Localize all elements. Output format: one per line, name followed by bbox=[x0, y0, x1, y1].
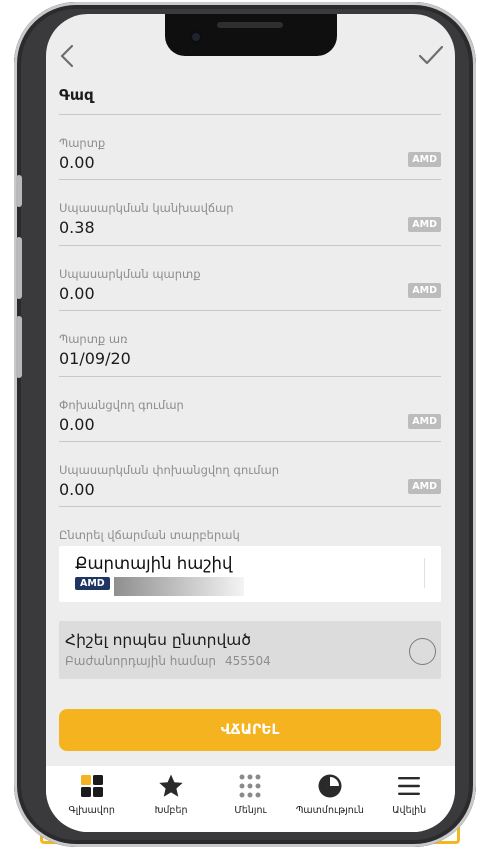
remember-title: Հիշել որպես ընտրված bbox=[65, 631, 252, 649]
payment-card-selector[interactable]: Քարտային հաշիվ AMD bbox=[59, 546, 441, 602]
star-icon bbox=[159, 774, 183, 797]
hamburger-icon bbox=[398, 777, 421, 795]
phone-screen: Գազ Պարտք 0.00 AMD Սպասարկման կանխավճար … bbox=[46, 14, 455, 832]
mute-switch bbox=[16, 175, 22, 207]
subscriber-label: Բաժանորդային համար bbox=[65, 654, 216, 668]
bottom-tab-bar: Գլխավոր Խմբեր Մենյու Պատմություն Ավելին bbox=[46, 766, 455, 832]
currency-badge: AMD bbox=[408, 217, 441, 233]
field-label: Պարտք bbox=[59, 136, 106, 150]
front-camera bbox=[189, 30, 203, 44]
home-grid-icon bbox=[80, 775, 103, 797]
history-pie-icon bbox=[318, 774, 342, 798]
subscriber-info: Բաժանորդային համար 455504 bbox=[65, 654, 271, 668]
volume-down-button bbox=[16, 316, 22, 378]
payment-method-label: Ընտրել վճարման տարբերակ bbox=[59, 528, 240, 542]
back-arrow-icon[interactable] bbox=[54, 40, 82, 72]
confirm-check-icon[interactable] bbox=[415, 40, 447, 72]
tab-home[interactable]: Գլխավոր bbox=[53, 766, 131, 832]
card-divider bbox=[424, 558, 425, 588]
service-transfer-amount-field[interactable]: Սպասարկման փոխանցվող գումար 0.00 AMD bbox=[59, 440, 441, 506]
tab-label: Պատմություն bbox=[295, 805, 364, 816]
field-value: 01/09/20 bbox=[59, 349, 131, 369]
currency-badge: AMD bbox=[408, 152, 441, 167]
currency-badge: AMD bbox=[408, 413, 441, 429]
debt-date-field: Պարտք առ 01/09/20 bbox=[59, 310, 441, 375]
card-currency-badge: AMD bbox=[75, 577, 110, 590]
tab-label: Գլխավոր bbox=[68, 805, 115, 816]
currency-badge: AMD bbox=[408, 282, 441, 298]
page-title: Գազ bbox=[59, 86, 94, 104]
service-prepayment-field: Սպասարկման կանխավճար 0.38 AMD bbox=[59, 179, 441, 244]
card-account-title: Քարտային հաշիվ bbox=[75, 554, 233, 573]
remember-radio[interactable] bbox=[409, 638, 436, 665]
menu-dots-icon bbox=[239, 774, 261, 798]
field-value: 0.00 bbox=[59, 153, 95, 172]
field-value: 0.00 bbox=[59, 283, 95, 303]
transfer-amount-field[interactable]: Փոխանցվող գումար 0.00 AMD bbox=[59, 375, 441, 441]
earpiece-speaker bbox=[217, 22, 283, 28]
field-value[interactable]: 0.00 bbox=[59, 480, 95, 499]
form-divider bbox=[59, 506, 441, 508]
field-value: 0.38 bbox=[59, 218, 95, 238]
field-label: Սպասարկման պարտք bbox=[59, 266, 201, 281]
field-label: Փոխանցվող գումար bbox=[59, 397, 184, 412]
tab-history[interactable]: Պատմություն bbox=[291, 766, 369, 832]
pay-button[interactable]: ՎՃԱՐԵԼ bbox=[59, 709, 441, 751]
masked-card-number bbox=[114, 577, 244, 596]
field-label: Սպասարկման փոխանցվող գումար bbox=[59, 462, 280, 477]
tab-label: Խմբեր bbox=[154, 805, 188, 816]
service-debt-field: Սպասարկման պարտք 0.00 AMD bbox=[59, 244, 441, 310]
payment-details-form: Պարտք 0.00 AMD Սպասարկման կանխավճար 0.38… bbox=[59, 114, 441, 508]
volume-up-button bbox=[16, 237, 22, 299]
tab-label: Մենյու bbox=[234, 805, 267, 816]
notch bbox=[165, 14, 337, 56]
tab-groups[interactable]: Խմբեր bbox=[132, 766, 210, 832]
tab-label: Ավելին bbox=[392, 805, 427, 816]
remember-as-selected[interactable]: Հիշել որպես ընտրված Բաժանորդային համար 45… bbox=[59, 621, 441, 679]
field-label: Պարտք առ bbox=[59, 332, 128, 347]
field-label: Սպասարկման կանխավճար bbox=[59, 201, 234, 216]
tab-menu[interactable]: Մենյու bbox=[211, 766, 289, 832]
subscriber-number: 455504 bbox=[225, 654, 271, 668]
field-value[interactable]: 0.00 bbox=[59, 415, 95, 434]
tab-more[interactable]: Ավելին bbox=[370, 766, 448, 832]
currency-badge: AMD bbox=[408, 478, 441, 494]
debt-field: Պարտք 0.00 AMD bbox=[59, 114, 441, 179]
